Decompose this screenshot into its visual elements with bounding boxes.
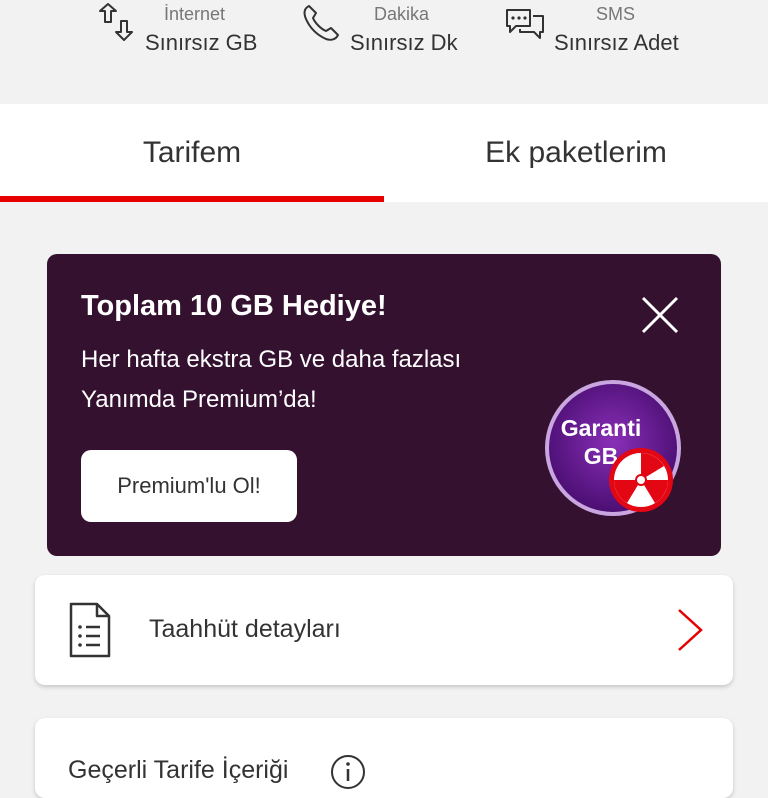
current-tariff-card[interactable]: Geçerli Tarife İçeriği <box>35 718 733 798</box>
usage-sms: SMS Sınırsız Adet <box>500 0 768 70</box>
minutes-value: Sınırsız Dk <box>350 30 458 55</box>
tab-tarifem[interactable]: Tarifem <box>0 104 384 202</box>
premium-button[interactable]: Premium'lu Ol! <box>81 450 297 522</box>
internet-label: İnternet <box>164 4 226 24</box>
chevron-right-icon <box>678 609 703 651</box>
sms-label: SMS <box>596 4 636 24</box>
active-tab-indicator <box>0 196 384 202</box>
close-icon[interactable] <box>639 294 681 336</box>
usage-internet: İnternet Sınırsız GB <box>0 0 260 70</box>
promo-text-line2: Yanımda Premium’da! <box>81 386 317 413</box>
internet-value: Sınırsız GB <box>145 30 258 55</box>
tab-bar: Tarifem Ek paketlerim <box>0 104 768 202</box>
badge-line1: Garanti <box>561 415 642 441</box>
document-icon <box>69 602 111 658</box>
current-tariff-label: Geçerli Tarife İçeriği <box>68 756 289 784</box>
promo-title: Toplam 10 GB Hediye! <box>81 290 387 322</box>
sms-value: Sınırsız Adet <box>554 30 679 55</box>
data-transfer-icon <box>99 3 133 41</box>
commitment-details-label: Taahhüt detayları <box>149 615 341 643</box>
garanti-gb-badge: Garanti GB <box>545 380 681 516</box>
commitment-details-row[interactable]: Taahhüt detayları <box>35 575 733 685</box>
prize-wheel-icon <box>609 448 673 512</box>
usage-minutes: Dakika Sınırsız Dk <box>260 0 500 70</box>
minutes-label: Dakika <box>374 4 430 24</box>
info-icon[interactable] <box>330 754 366 790</box>
promo-banner: Toplam 10 GB Hediye! Her hafta ekstra GB… <box>47 254 721 556</box>
chat-bubbles-icon <box>506 9 544 39</box>
phone-icon <box>303 5 339 41</box>
promo-text-line1: Her hafta ekstra GB ve daha fazlası <box>81 346 462 373</box>
usage-summary: İnternet Sınırsız GB Dakika Sınırsız Dk … <box>0 0 768 104</box>
tab-ek-paketlerim[interactable]: Ek paketlerim <box>384 104 768 202</box>
